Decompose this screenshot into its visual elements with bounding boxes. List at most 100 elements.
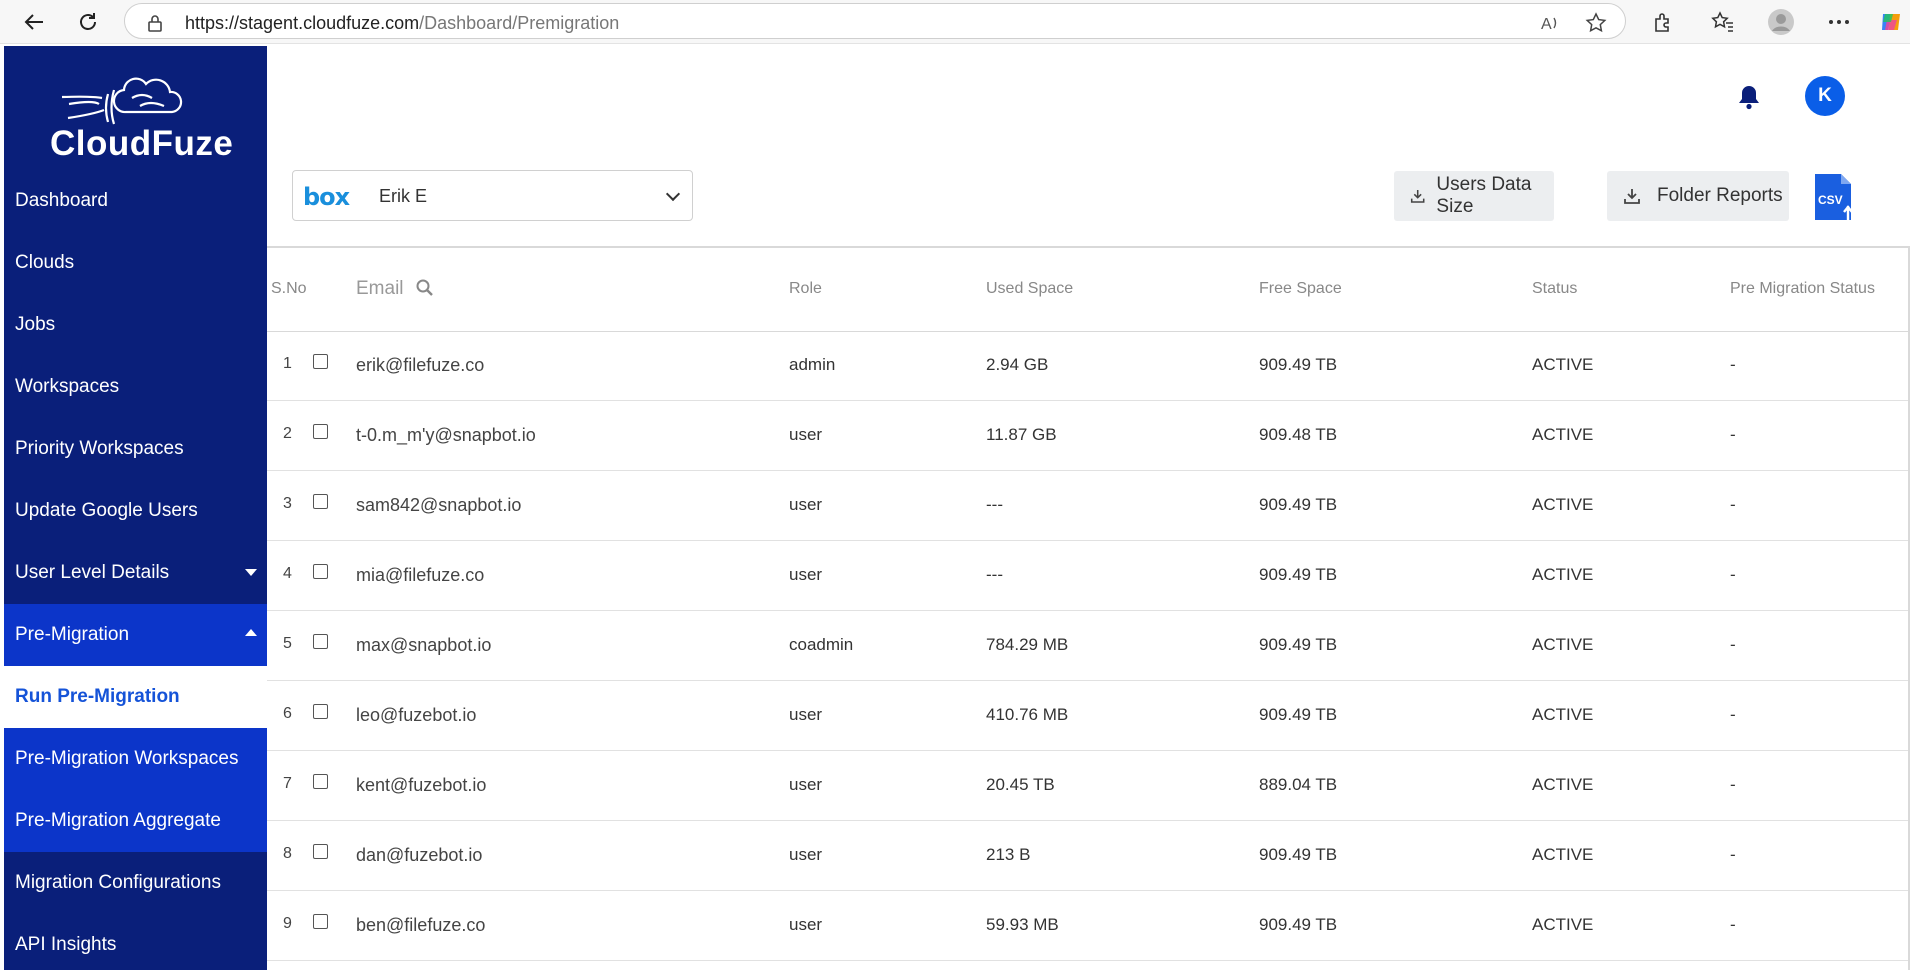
cell-role: user bbox=[789, 775, 823, 794]
cell-free-space: 909.49 TB bbox=[1259, 915, 1338, 934]
copilot-icon[interactable] bbox=[1877, 8, 1905, 36]
address-bar[interactable]: https://stagent.cloudfuze.com/Dashboard/… bbox=[124, 3, 1626, 39]
cell-pre-migration-status: - bbox=[1730, 915, 1736, 934]
cell-used-space: 11.87 GB bbox=[986, 425, 1057, 444]
user-avatar[interactable]: K bbox=[1805, 76, 1845, 116]
col-role: Role bbox=[789, 280, 822, 297]
row-checkbox[interactable] bbox=[313, 424, 328, 439]
cell-used-space: 784.29 MB bbox=[986, 635, 1069, 654]
sidebar-item-api-insights[interactable]: API Insights bbox=[4, 914, 267, 970]
col-free-space: Free Space bbox=[1259, 280, 1342, 297]
brand-name: CloudFuze bbox=[50, 124, 234, 163]
profile-icon[interactable] bbox=[1767, 8, 1795, 36]
table-row: 6 leo@fuzebot.io user 410.76 MB 909.49 TB ACT… bbox=[267, 681, 1908, 751]
cell-status: ACTIVE bbox=[1532, 565, 1594, 584]
cell-role: user bbox=[789, 565, 823, 584]
folder-reports-label: Folder Reports bbox=[1657, 185, 1783, 206]
sidebar-item-user-level-details[interactable]: User Level Details bbox=[4, 542, 267, 604]
row-checkbox[interactable] bbox=[313, 774, 328, 789]
cell-pre-migration-status: - bbox=[1730, 565, 1736, 584]
cell-email: mia@filefuze.co bbox=[356, 565, 485, 585]
cell-used-space: 20.45 TB bbox=[986, 775, 1055, 794]
cell-status: ACTIVE bbox=[1532, 915, 1594, 934]
row-checkbox[interactable] bbox=[313, 704, 328, 719]
sidebar-item-jobs[interactable]: Jobs bbox=[4, 294, 267, 356]
cell-used-space: --- bbox=[986, 565, 1003, 584]
table-row: 7 kent@fuzebot.io user 20.45 TB 889.04 TB ACT… bbox=[267, 751, 1908, 821]
sidebar-item-run-pre-migration[interactable]: Run Pre-Migration bbox=[4, 666, 267, 728]
sidebar-item-dashboard[interactable]: Dashboard bbox=[4, 170, 267, 232]
cell-pre-migration-status: - bbox=[1730, 425, 1736, 444]
cell-free-space: 909.49 TB bbox=[1259, 635, 1338, 654]
favorite-star-icon[interactable] bbox=[1585, 12, 1607, 34]
cell-email: t-0.m_m'y@snapbot.io bbox=[356, 425, 536, 445]
lock-icon bbox=[144, 12, 166, 34]
sidebar-item-clouds[interactable]: Clouds bbox=[4, 232, 267, 294]
sidebar-item-migration-configurations[interactable]: Migration Configurations bbox=[4, 852, 267, 914]
sidebar-item-pre-migration-aggregate[interactable]: Pre-Migration Aggregate bbox=[4, 790, 267, 852]
sidebar-item-pre-migration[interactable]: Pre-Migration bbox=[4, 604, 267, 666]
row-checkbox[interactable] bbox=[313, 634, 328, 649]
row-checkbox[interactable] bbox=[313, 494, 328, 509]
row-checkbox[interactable] bbox=[313, 354, 328, 369]
cloud-user-select[interactable]: box Erik E bbox=[292, 170, 693, 221]
col-used-space: Used Space bbox=[986, 280, 1074, 297]
download-icon bbox=[1410, 190, 1425, 203]
cell-role: admin bbox=[789, 355, 836, 374]
chevron-down-icon bbox=[665, 186, 681, 202]
notifications-bell-icon[interactable] bbox=[1734, 82, 1764, 112]
cell-pre-migration-status: - bbox=[1730, 705, 1736, 724]
favorites-icon[interactable] bbox=[1709, 8, 1737, 36]
cell-status: ACTIVE bbox=[1532, 775, 1594, 794]
read-aloud-icon[interactable]: A bbox=[1539, 12, 1561, 34]
url-host: https://stagent.cloudfuze.com bbox=[185, 13, 420, 33]
sidebar-item-update-google-users[interactable]: Update Google Users bbox=[4, 480, 267, 542]
cell-free-space: 909.49 TB bbox=[1259, 355, 1338, 374]
search-icon[interactable] bbox=[415, 278, 435, 298]
sidebar-item-workspaces[interactable]: Workspaces bbox=[4, 356, 267, 418]
cell-email: erik@filefuze.co bbox=[356, 355, 485, 375]
col-status: Status bbox=[1532, 280, 1578, 297]
csv-export-icon[interactable]: CSV bbox=[1813, 172, 1857, 222]
back-arrow-icon bbox=[24, 14, 43, 30]
cell-sno: 2 bbox=[283, 425, 292, 442]
users-table: S.No Email Role Used Space Free Space St… bbox=[267, 246, 1910, 970]
row-checkbox[interactable] bbox=[313, 914, 328, 929]
cell-sno: 8 bbox=[283, 845, 292, 862]
cell-free-space: 909.49 TB bbox=[1259, 705, 1338, 724]
cell-free-space: 909.49 TB bbox=[1259, 565, 1338, 584]
svg-text:A: A bbox=[1541, 16, 1552, 33]
sidebar-item-label: Pre-Migration bbox=[15, 624, 130, 645]
sidebar-item-pre-migration-workspaces[interactable]: Pre-Migration Workspaces bbox=[4, 728, 267, 790]
cell-role: coadmin bbox=[789, 635, 854, 654]
back-button[interactable] bbox=[19, 7, 49, 37]
cell-email: max@snapbot.io bbox=[356, 635, 492, 655]
cell-free-space: 909.49 TB bbox=[1259, 495, 1338, 514]
cell-free-space: 909.48 TB bbox=[1259, 425, 1338, 444]
sidebar-item-priority-workspaces[interactable]: Priority Workspaces bbox=[4, 418, 267, 480]
cell-email: ben@filefuze.co bbox=[356, 915, 486, 935]
folder-reports-button[interactable]: Folder Reports bbox=[1607, 171, 1789, 221]
more-options-icon[interactable] bbox=[1825, 8, 1853, 36]
browser-toolbar: https://stagent.cloudfuze.com/Dashboard/… bbox=[0, 0, 1910, 44]
cell-status: ACTIVE bbox=[1532, 495, 1594, 514]
refresh-button[interactable] bbox=[73, 7, 103, 37]
row-checkbox[interactable] bbox=[313, 844, 328, 859]
cell-used-space: 2.94 GB bbox=[986, 355, 1049, 374]
download-icon bbox=[1624, 189, 1640, 204]
cell-email: leo@fuzebot.io bbox=[356, 705, 477, 725]
cell-free-space: 889.04 TB bbox=[1259, 775, 1338, 794]
cell-sno: 3 bbox=[283, 495, 292, 512]
cell-sno: 1 bbox=[283, 355, 292, 372]
cell-status: ACTIVE bbox=[1532, 425, 1594, 444]
cell-pre-migration-status: - bbox=[1730, 775, 1736, 794]
extensions-icon[interactable] bbox=[1649, 8, 1677, 36]
sidebar: CloudFuze Dashboard Clouds Jobs Workspac… bbox=[4, 46, 267, 970]
cell-role: user bbox=[789, 495, 823, 514]
cell-email: kent@fuzebot.io bbox=[356, 775, 487, 795]
cell-email: sam842@snapbot.io bbox=[356, 495, 522, 515]
cell-sno: 4 bbox=[283, 565, 292, 582]
users-data-size-button[interactable]: Users Data Size bbox=[1394, 171, 1554, 221]
row-checkbox[interactable] bbox=[313, 564, 328, 579]
cell-status: ACTIVE bbox=[1532, 845, 1594, 864]
